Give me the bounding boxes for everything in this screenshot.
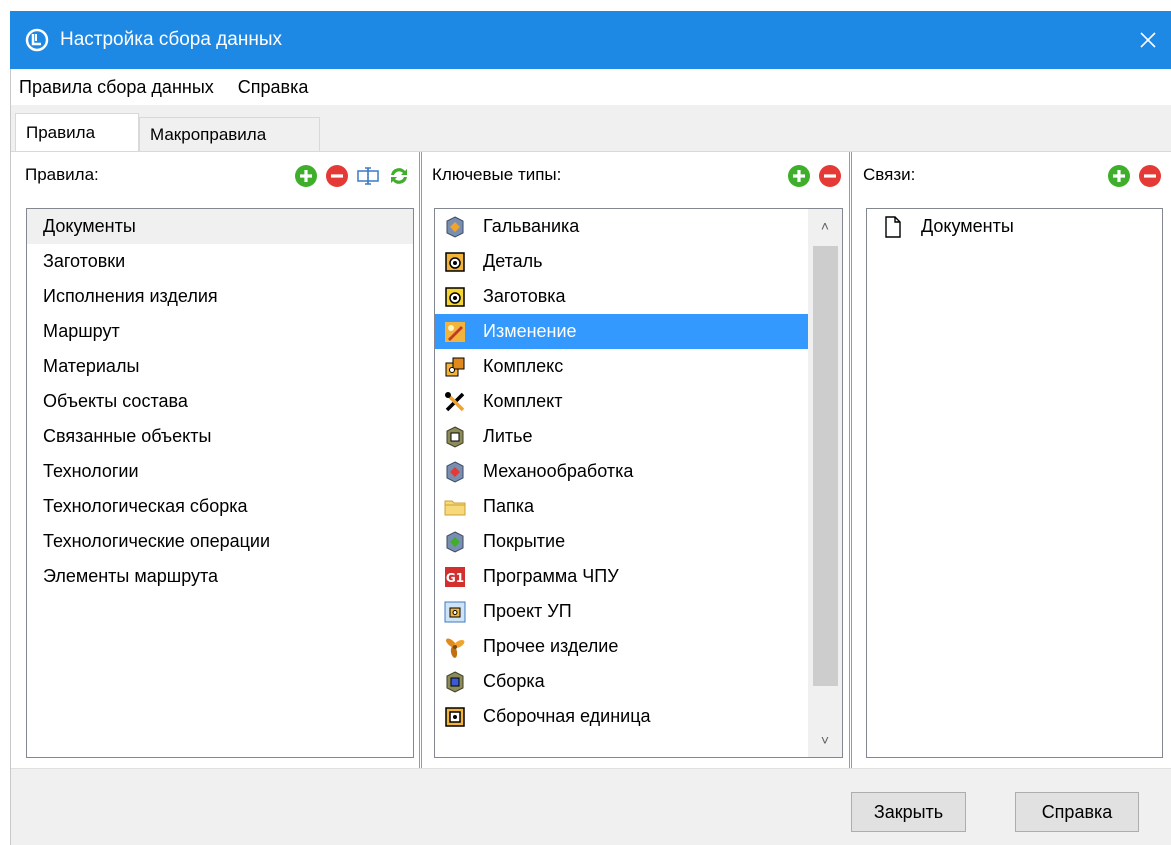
coating-icon [443, 530, 467, 554]
help-button[interactable]: Справка [1015, 792, 1139, 832]
list-item[interactable]: Исполнения изделия [27, 279, 413, 314]
tab-rules[interactable]: Правила [15, 113, 139, 151]
list-item[interactable]: Технологии [27, 454, 413, 489]
add-icon[interactable] [787, 164, 811, 188]
folder-icon [443, 495, 467, 519]
rules-toolbar [294, 164, 411, 188]
list-item[interactable]: Связанные объекты [27, 419, 413, 454]
dialog-footer: Закрыть Справка [11, 768, 1171, 845]
list-item[interactable]: Прочее изделие [435, 629, 842, 664]
list-item[interactable]: Проект УП [435, 594, 842, 629]
change-icon [443, 320, 467, 344]
remove-icon[interactable] [325, 164, 349, 188]
menu-item-rules[interactable]: Правила сбора данных [11, 77, 226, 98]
rename-icon[interactable] [356, 164, 380, 188]
splitter-right[interactable] [849, 152, 852, 769]
list-item[interactable]: G1 Программа ЧПУ [435, 559, 842, 594]
links-panel: Связи: Документы [859, 152, 1170, 769]
scroll-thumb[interactable] [813, 246, 838, 686]
menu-bar: Правила сбора данных Справка [11, 69, 1171, 105]
blank-icon [443, 285, 467, 309]
scroll-up-icon[interactable]: ˄ [808, 209, 842, 243]
list-item[interactable]: Гальваника [435, 209, 842, 244]
dialog-window: Правила сбора данных Справка Правила Мак… [10, 69, 1171, 845]
key-types-label: Ключевые типы: [432, 165, 562, 184]
assembly-unit-icon [443, 705, 467, 729]
list-item[interactable]: Деталь [435, 244, 842, 279]
rules-list[interactable]: Документы Заготовки Исполнения изделия М… [26, 208, 414, 758]
rules-label: Правила: [25, 165, 99, 184]
tab-strip: Правила Макроправила [11, 105, 1171, 151]
list-item[interactable]: Технологическая сборка [27, 489, 413, 524]
rules-panel: Правила: Документы Заготовки Исполнения … [21, 152, 417, 769]
rules-panel-header: Правила: [21, 152, 417, 198]
list-item[interactable]: Папка [435, 489, 842, 524]
key-types-scrollbar[interactable]: ˄ ˅ [808, 209, 842, 757]
add-icon[interactable] [1107, 164, 1131, 188]
app-logo-icon [24, 27, 50, 53]
close-icon[interactable] [1125, 11, 1171, 69]
list-item[interactable]: Комплект [435, 384, 842, 419]
key-types-list[interactable]: Гальваника Деталь Заготовка Изменение Ко… [434, 208, 843, 758]
machining-icon [443, 460, 467, 484]
assembly-icon [443, 670, 467, 694]
add-icon[interactable] [294, 164, 318, 188]
title-bar: Настройка сбора данных [10, 11, 1171, 69]
part-icon [443, 250, 467, 274]
links-list[interactable]: Документы [866, 208, 1163, 758]
key-types-toolbar [787, 164, 842, 188]
tab-macrorules[interactable]: Макроправила [139, 117, 320, 151]
scroll-down-icon[interactable]: ˅ [808, 723, 842, 757]
menu-item-help[interactable]: Справка [226, 77, 321, 98]
list-item[interactable]: Механообработка [435, 454, 842, 489]
list-item[interactable]: Элементы маршрута [27, 559, 413, 594]
remove-icon[interactable] [1138, 164, 1162, 188]
list-item[interactable]: Покрытие [435, 524, 842, 559]
list-item[interactable]: Маршрут [27, 314, 413, 349]
casting-icon [443, 425, 467, 449]
remove-icon[interactable] [818, 164, 842, 188]
list-item[interactable]: Изменение [435, 314, 808, 349]
links-label: Связи: [863, 165, 916, 184]
complex-icon [443, 355, 467, 379]
galvanic-icon [443, 215, 467, 239]
list-item[interactable]: Материалы [27, 349, 413, 384]
list-item[interactable]: Технологические операции [27, 524, 413, 559]
kit-icon [443, 390, 467, 414]
list-item[interactable]: Заготовки [27, 244, 413, 279]
svg-text:G1: G1 [446, 571, 464, 585]
links-panel-header: Связи: [859, 152, 1170, 198]
close-button[interactable]: Закрыть [851, 792, 966, 832]
list-item[interactable]: Комплекс [435, 349, 842, 384]
refresh-icon[interactable] [387, 164, 411, 188]
list-item[interactable]: Литье [435, 419, 842, 454]
list-item[interactable]: Сборка [435, 664, 842, 699]
list-item[interactable]: Заготовка [435, 279, 842, 314]
list-item[interactable]: Документы [27, 209, 413, 244]
cnc-project-icon [443, 600, 467, 624]
key-types-panel-header: Ключевые типы: [428, 152, 848, 198]
list-item[interactable]: Документы [867, 209, 1162, 244]
tab-content: Правила: Документы Заготовки Исполнения … [11, 151, 1171, 769]
links-toolbar [1107, 164, 1162, 188]
list-item[interactable]: Объекты состава [27, 384, 413, 419]
splitter-left[interactable] [419, 152, 422, 769]
window-title: Настройка сбора данных [60, 29, 282, 50]
document-icon [881, 215, 905, 239]
key-types-panel: Ключевые типы: Гальваника Деталь Заготов… [428, 152, 848, 769]
cnc-program-icon: G1 [443, 565, 467, 589]
list-item[interactable]: Сборочная единица [435, 699, 842, 734]
other-product-icon [443, 635, 467, 659]
